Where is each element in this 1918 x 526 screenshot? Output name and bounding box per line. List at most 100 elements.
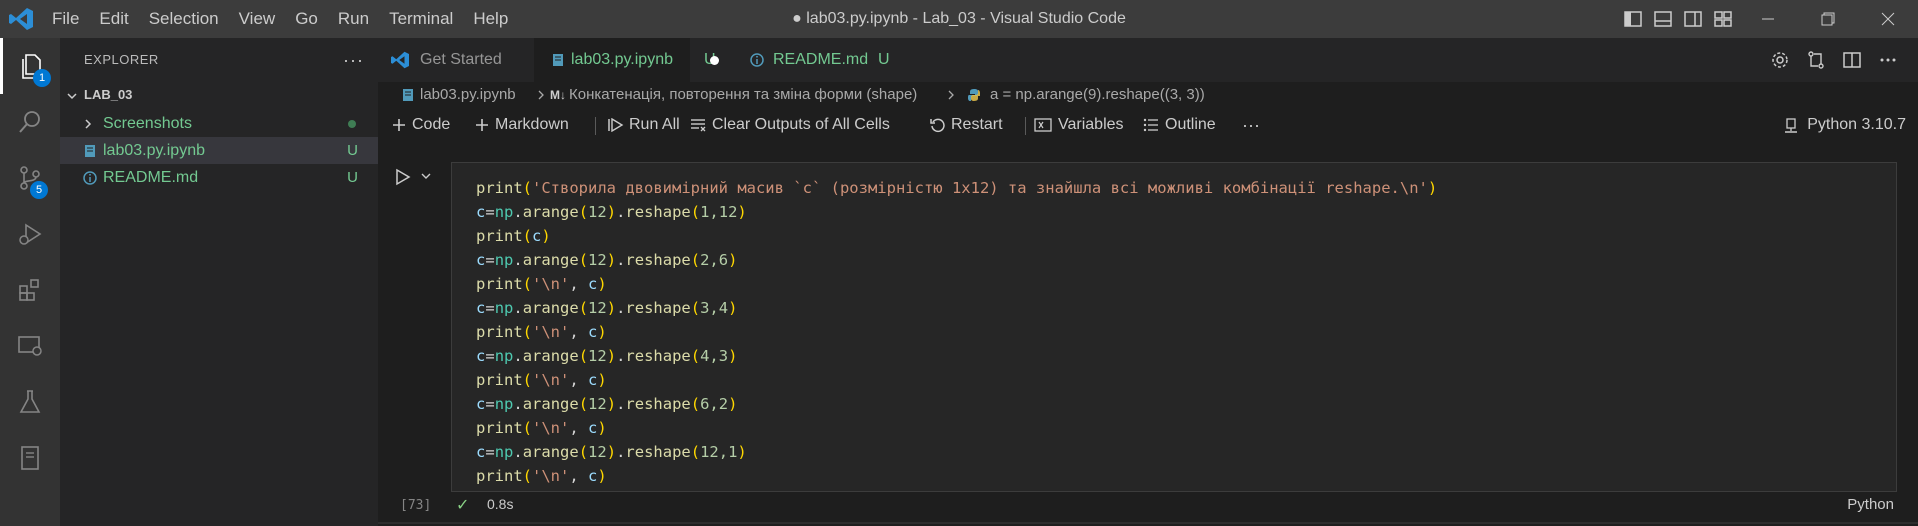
- menu-view[interactable]: View: [229, 9, 286, 29]
- toggle-primary-sidebar-icon[interactable]: [1622, 8, 1644, 30]
- activity-extensions[interactable]: [0, 262, 60, 318]
- close-icon: [1881, 12, 1895, 26]
- clear-all-icon: [691, 119, 706, 132]
- python-icon: [968, 89, 980, 101]
- menu-selection[interactable]: Selection: [139, 9, 229, 29]
- notebook-icon: [21, 446, 39, 470]
- code-line: print('\n', c): [476, 419, 607, 437]
- chevron-down-icon[interactable]: [420, 170, 432, 182]
- tab-lab03-ipynb[interactable]: lab03.py.ipynb U: [534, 38, 716, 82]
- title-bar: File Edit Selection View Go Run Terminal…: [0, 0, 1918, 38]
- titlebar-controls: [1618, 0, 1918, 38]
- restore-button[interactable]: [1798, 0, 1858, 38]
- code-line: print(c): [476, 227, 551, 245]
- activity-remote-explorer[interactable]: [0, 318, 60, 374]
- editor-actions: [1762, 38, 1906, 82]
- variables-icon: [1034, 118, 1052, 132]
- tree-item-label: README.md: [103, 169, 199, 186]
- variables-label: Variables: [1058, 116, 1124, 133]
- code-line: print('\n', c): [476, 323, 607, 341]
- explorer-title: EXPLORER: [84, 52, 159, 67]
- markdown-marker: M↓: [550, 88, 566, 102]
- activity-explorer[interactable]: 1: [0, 38, 60, 94]
- split-editor-icon[interactable]: [1841, 49, 1863, 71]
- code-line: c=np.arange(12).reshape(4,3): [476, 347, 738, 365]
- code-line: print('\n', c): [476, 467, 607, 485]
- gear-icon[interactable]: [1769, 49, 1791, 71]
- cell-language-picker[interactable]: Python: [1847, 496, 1894, 513]
- folder-lab03[interactable]: LAB_03: [60, 82, 378, 108]
- dirty-dot-icon[interactable]: [710, 56, 719, 65]
- run-all-icon: [608, 118, 624, 132]
- notebook-file-icon: [403, 89, 413, 101]
- toggle-panel-icon[interactable]: [1652, 8, 1674, 30]
- code-string: 'Створила двовимірний масив `c` (розмірн…: [532, 179, 1428, 197]
- chevron-down-icon: [67, 93, 77, 100]
- chevron-right-icon: [948, 90, 954, 100]
- code-line: print('Створила двовимірний масив `c` (р…: [476, 179, 1438, 197]
- run-cell-icon[interactable]: [395, 168, 411, 186]
- code-line: c=np.arange(12).reshape(12,1): [476, 443, 747, 461]
- toggle-secondary-sidebar-icon[interactable]: [1682, 8, 1704, 30]
- kernel-picker[interactable]: Python 3.10.7: [1785, 108, 1906, 142]
- divider: [378, 522, 1918, 524]
- activity-run-debug[interactable]: [0, 206, 60, 262]
- outline-label: Outline: [1165, 116, 1216, 133]
- menu-terminal[interactable]: Terminal: [379, 9, 463, 29]
- menu-run[interactable]: Run: [328, 9, 379, 29]
- activity-notebook[interactable]: [0, 430, 60, 486]
- restart-icon: [930, 118, 945, 133]
- tab-label: README.md: [773, 51, 869, 68]
- remote-explorer-icon: [18, 336, 42, 356]
- untracked-status: U: [347, 142, 358, 159]
- kernel-icon: [1785, 118, 1798, 133]
- minimize-icon: [1762, 18, 1774, 20]
- activity-bar: 1 5: [0, 38, 60, 526]
- toolbar-more-button[interactable]: ···: [1242, 108, 1260, 142]
- breadcrumb-file[interactable]: lab03.py.ipynb: [420, 82, 516, 108]
- outline-icon: [1143, 118, 1158, 132]
- explorer-sidebar: EXPLORER ··· LAB_03 Screenshots lab03.py…: [60, 38, 378, 526]
- restart-label: Restart: [951, 116, 1003, 133]
- execution-duration: 0.8s: [487, 496, 514, 512]
- minimize-button[interactable]: [1738, 0, 1798, 38]
- tree-item-readme[interactable]: README.md U: [60, 164, 378, 191]
- editor-scrollbar[interactable]: [1908, 142, 1918, 526]
- explorer-more-button[interactable]: ···: [343, 38, 364, 82]
- code-line: print('\n', c): [476, 275, 607, 293]
- activity-search[interactable]: [0, 94, 60, 150]
- activity-source-control[interactable]: 5: [0, 150, 60, 206]
- chevron-right-icon: [538, 90, 544, 100]
- breadcrumb: lab03.py.ipynb M↓ Конкатенація, повторен…: [378, 82, 1918, 108]
- breadcrumb-symbol[interactable]: a = np.arange(9).reshape((3, 3)): [990, 82, 1205, 108]
- compare-changes-icon[interactable]: [1805, 49, 1827, 71]
- menu-file[interactable]: File: [42, 9, 89, 29]
- code-line: print('\n', c): [476, 371, 607, 389]
- menu-go[interactable]: Go: [285, 9, 328, 29]
- add-markdown-label: Markdown: [495, 116, 569, 133]
- tree-item-screenshots[interactable]: Screenshots: [60, 110, 378, 137]
- plus-icon: [476, 119, 488, 131]
- cell-editor[interactable]: print('Створила двовимірний масив `c` (р…: [476, 176, 1437, 488]
- tab-status: U: [878, 51, 890, 68]
- add-code-label: Code: [412, 116, 451, 133]
- menu-edit[interactable]: Edit: [89, 9, 138, 29]
- notebook-toolbar: Code Markdown Run All Clear Outputs of A…: [378, 108, 1918, 142]
- close-window-button[interactable]: [1858, 0, 1918, 38]
- activity-testing[interactable]: [0, 374, 60, 430]
- chevron-right-icon: [85, 119, 92, 129]
- menu-help[interactable]: Help: [463, 9, 518, 29]
- source-control-badge: 5: [30, 181, 48, 199]
- toolbar-divider: [595, 117, 596, 135]
- menu-bar: File Edit Selection View Go Run Terminal…: [42, 0, 518, 38]
- tab-readme[interactable]: README.md U: [735, 38, 895, 82]
- tree-item-lab03-ipynb[interactable]: lab03.py.ipynb U: [60, 137, 378, 164]
- info-icon: [750, 53, 764, 67]
- modified-dot-icon: [348, 120, 356, 128]
- breadcrumb-section[interactable]: Конкатенація, повторення та зміна форми …: [569, 82, 917, 108]
- customize-layout-icon[interactable]: [1712, 8, 1734, 30]
- more-actions-icon[interactable]: [1877, 49, 1899, 71]
- code-line: c=np.arange(12).reshape(2,6): [476, 251, 738, 269]
- execution-count: [73]: [400, 498, 432, 513]
- tab-get-started[interactable]: Get Started: [378, 38, 534, 82]
